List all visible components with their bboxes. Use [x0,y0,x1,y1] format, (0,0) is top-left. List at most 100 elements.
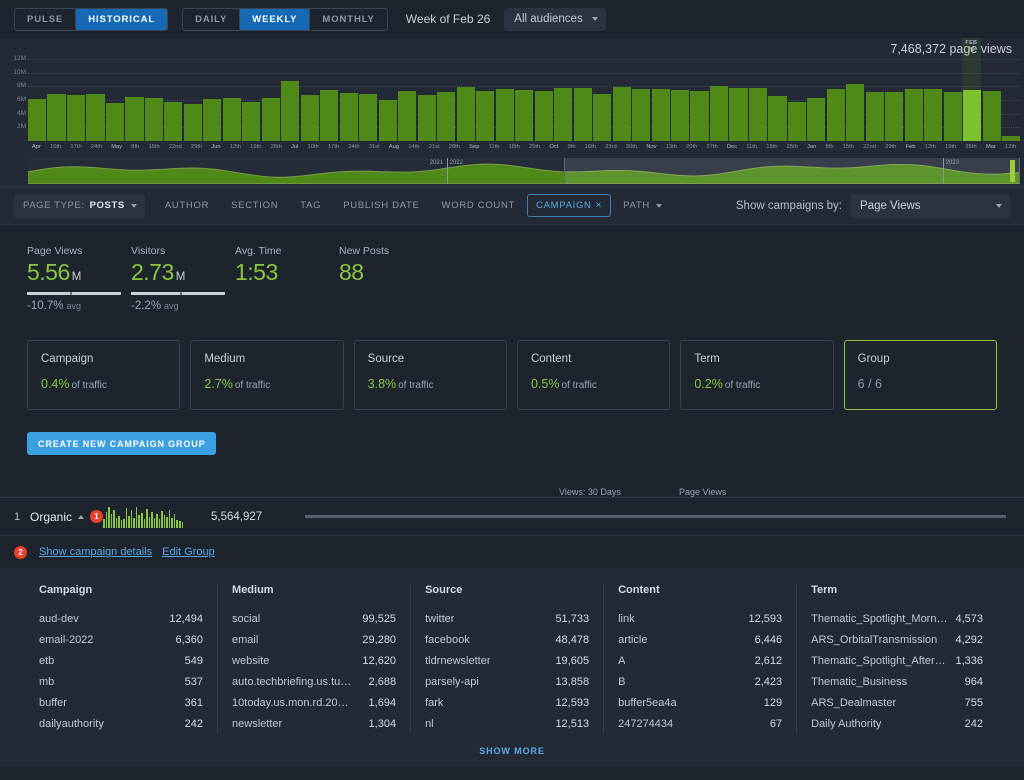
table-row[interactable]: nl 12,513 [425,713,589,734]
show-campaigns-by-select[interactable]: Page Views [850,193,1010,218]
table-row[interactable]: email 29,280 [232,629,396,650]
filter-chip-publish-date[interactable]: PUBLISH DATE [333,195,429,216]
chart-bar[interactable] [865,92,884,141]
chart-bar[interactable] [222,97,241,141]
chart-bar[interactable] [670,89,690,141]
chart-bar[interactable] [846,83,865,141]
table-row[interactable]: buffer 361 [39,692,203,713]
filter-chip-campaign[interactable]: CAMPAIGN × [527,194,612,217]
table-row[interactable]: aud-dev 12,494 [39,608,203,629]
table-row[interactable]: mb 537 [39,671,203,692]
chart-bar[interactable] [183,104,202,141]
filter-chip-path[interactable]: PATH [613,195,672,216]
dimension-card-medium[interactable]: Medium 2.7% of traffic [190,340,344,411]
chart-bar[interactable] [943,92,962,141]
tab-pulse[interactable]: PULSE [15,8,77,30]
table-row[interactable]: newsletter 1,304 [232,713,396,734]
chart-bar[interactable] [515,89,534,141]
chart-bar[interactable] [28,99,47,141]
chart-bar[interactable] [164,101,183,141]
tab-weekly[interactable]: WEEKLY [240,8,311,30]
chart-bar[interactable] [495,89,514,141]
chart-bar[interactable] [904,89,923,141]
chart-bar[interactable] [885,92,904,141]
tab-monthly[interactable]: MONTHLY [310,9,386,30]
chart-bar[interactable] [378,100,397,141]
table-row[interactable]: auto.techbriefing.us.tu… 2,688 [232,671,396,692]
chart-bar[interactable] [66,95,86,141]
chart-bar[interactable] [144,97,163,141]
dimension-card-content[interactable]: Content 0.5% of traffic [516,340,671,411]
chart-bar[interactable] [359,93,378,141]
chart-bar[interactable] [1002,136,1021,141]
table-row[interactable]: email-2022 6,360 [39,629,203,650]
table-row[interactable]: buffer5ea4a 129 [618,692,782,713]
filter-chip-author[interactable]: AUTHOR [155,195,219,216]
table-row[interactable]: A 2,612 [618,650,782,671]
table-row[interactable]: Thematic_Business 964 [811,671,983,692]
chart-bar[interactable] [982,91,1001,141]
chart-bar[interactable] [476,90,495,141]
table-row[interactable]: facebook 48,478 [425,629,589,650]
chart-bar[interactable] [963,89,982,141]
chart-bar[interactable] [320,90,339,141]
chart-bar[interactable] [690,91,709,141]
table-row[interactable]: ARS_OrbitalTransmission 4,292 [811,629,983,650]
table-row[interactable]: Daily Authority 242 [811,713,983,734]
chart-bar[interactable] [437,92,456,141]
dimension-card-campaign[interactable]: Campaign 0.4% of traffic [27,340,181,411]
chart-bar[interactable] [768,95,787,141]
table-row[interactable]: website 12,620 [232,650,396,671]
chart-bar[interactable] [456,87,475,141]
tab-daily[interactable]: DAILY [183,8,241,30]
group-name[interactable]: Organic 1 [30,510,104,524]
audience-select[interactable]: All audiences [504,7,607,31]
table-row[interactable]: 10today.us.mon.rd.20… 1,694 [232,692,396,713]
dimension-card-term[interactable]: Term 0.2% of traffic [680,340,834,411]
table-row[interactable]: social 99,525 [232,608,396,629]
dimension-card-source[interactable]: Source 3.8% of traffic [353,340,507,411]
chart-bar[interactable] [300,94,319,141]
table-row[interactable]: dailyauthority 242 [39,713,203,734]
chart-navigator[interactable]: 2021 2022 2023 [28,158,1020,184]
create-new-campaign-group-button[interactable]: CREATE NEW CAMPAIGN GROUP [27,432,217,456]
table-row[interactable]: twitter 51,733 [425,608,589,629]
show-campaign-details-link[interactable]: Show campaign details [39,546,152,558]
chart-bar[interactable] [593,93,612,141]
chart-bar[interactable] [729,88,748,141]
filter-chip-tag[interactable]: TAG [290,195,331,216]
chart-bar[interactable] [105,103,125,141]
edit-group-link[interactable]: Edit Group [162,546,215,558]
table-row[interactable]: B 2,423 [618,671,782,692]
chart-bar[interactable] [807,98,826,141]
chart-bar[interactable] [748,88,768,141]
chart-bar[interactable] [86,93,105,141]
chart-bar[interactable] [573,88,592,141]
chart-bar[interactable] [709,86,729,141]
page-type-select[interactable]: PAGE TYPE: POSTS [14,193,145,218]
chart-bar[interactable] [417,94,436,141]
chart-bar[interactable] [261,98,280,141]
dimension-card-group[interactable]: Group 6 / 6 [843,340,997,411]
chart-bar[interactable] [651,89,670,141]
table-row[interactable]: Thematic_Spotlight_After… 1,336 [811,650,983,671]
chart-bar[interactable] [203,98,222,141]
chart-bar[interactable] [632,89,651,141]
chart-bar[interactable] [398,90,417,141]
show-more-button[interactable]: SHOW MORE [0,734,1024,767]
close-icon[interactable]: × [596,200,603,211]
group-row-organic[interactable]: 1 Organic 1 5,564,927 [0,497,1024,537]
table-row[interactable]: link 12,593 [618,608,782,629]
table-row[interactable]: etb 549 [39,650,203,671]
chart-bar[interactable] [242,101,261,141]
chart-bar[interactable] [47,93,66,141]
table-row[interactable]: article 6,446 [618,629,782,650]
tab-historical[interactable]: HISTORICAL [76,8,168,30]
table-row[interactable]: tldrnewsletter 19,605 [425,650,589,671]
chart-bar[interactable] [787,102,806,141]
filter-chip-section[interactable]: SECTION [221,195,288,216]
chart-bar[interactable] [534,91,553,141]
chevron-up-icon[interactable] [78,514,85,519]
table-row[interactable]: fark 12,593 [425,692,589,713]
table-row[interactable]: 247274434 67 [618,713,782,734]
